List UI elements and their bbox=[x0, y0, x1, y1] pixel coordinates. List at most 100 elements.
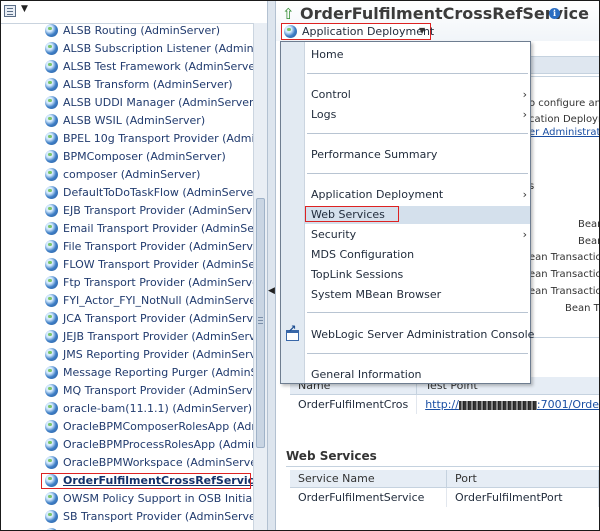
column-header-port[interactable]: Port bbox=[446, 470, 599, 488]
panel-splitter[interactable]: ◀ bbox=[267, 1, 276, 530]
menu-item[interactable]: Home bbox=[305, 46, 530, 64]
tree-item[interactable]: DefaultToDoTaskFlow (AdminServer) bbox=[41, 184, 253, 202]
menu-item[interactable]: Performance Summary bbox=[305, 146, 530, 164]
menu-item[interactable]: Security › bbox=[305, 226, 530, 244]
tree-item[interactable]: JMS Reporting Provider (AdminServer) bbox=[41, 346, 253, 364]
deployment-icon bbox=[45, 114, 58, 127]
tree-item[interactable]: composer (AdminServer) bbox=[41, 166, 253, 184]
tree-item-label: Message Reporting Purger (AdminServer) bbox=[63, 366, 253, 379]
tree-item[interactable]: ALSB UDDI Manager (AdminServer) bbox=[41, 94, 253, 112]
info-icon[interactable]: i bbox=[549, 8, 560, 19]
application-deployment-menu-button[interactable]: Application Deployment ▼ bbox=[281, 23, 435, 40]
deployment-icon bbox=[45, 294, 58, 307]
menu-item[interactable]: MDS Configuration bbox=[305, 246, 530, 264]
tree-item[interactable]: Service Bus Console (AdminServer) bbox=[41, 526, 253, 530]
tree-item-label: FYI_Actor_FYI_NotNull (AdminServer) bbox=[63, 294, 253, 307]
menu-item-label: System MBean Browser bbox=[311, 288, 442, 301]
tree-item-label: JMS Reporting Provider (AdminServer) bbox=[63, 348, 253, 361]
tree-item[interactable]: oracle-bam(11.1.1) (AdminServer) bbox=[41, 400, 253, 418]
chevron-down-icon[interactable]: ▼ bbox=[21, 4, 28, 14]
tree-item-label: ALSB UDDI Manager (AdminServer) bbox=[63, 96, 253, 109]
menu-item-label: TopLink Sessions bbox=[311, 268, 404, 281]
tree-item-label: SB Transport Provider (AdminServer) bbox=[63, 510, 253, 523]
tree-item[interactable]: ALSB Routing (AdminServer) bbox=[41, 22, 253, 40]
tree-item[interactable]: FLOW Transport Provider (AdminServer) bbox=[41, 256, 253, 274]
tree-item[interactable]: JCA Transport Provider (AdminServer) bbox=[41, 310, 253, 328]
tree-item[interactable]: BPMComposer (AdminServer) bbox=[41, 148, 253, 166]
menu-item[interactable]: Logs › bbox=[305, 106, 530, 124]
menu-separator bbox=[307, 312, 528, 313]
admin-console-link[interactable]: er Administrati bbox=[529, 127, 599, 138]
deployment-icon bbox=[45, 96, 58, 109]
deployment-icon bbox=[45, 168, 58, 181]
deployment-icon bbox=[284, 25, 297, 38]
menu-item-label: Control bbox=[311, 88, 351, 101]
tree-item-label: oracle-bam(11.1.1) (AdminServer) bbox=[63, 402, 253, 415]
tree-item[interactable]: Ftp Transport Provider (AdminServer) bbox=[41, 274, 253, 292]
bg-text: cation Deploym bbox=[529, 114, 600, 125]
url-suffix[interactable]: :7001/OrderFulfilm bbox=[537, 398, 599, 411]
submenu-arrow-icon: › bbox=[522, 188, 527, 201]
tree-item[interactable]: SB Transport Provider (AdminServer) bbox=[41, 508, 253, 526]
tree-item[interactable]: ALSB WSIL (AdminServer) bbox=[41, 112, 253, 130]
deployment-icon bbox=[45, 78, 58, 91]
tree-item-label: OWSM Policy Support in OSB Initializer bbox=[63, 492, 253, 505]
deployment-icon bbox=[45, 384, 58, 397]
tree-item[interactable]: Email Transport Provider (AdminServer) bbox=[41, 220, 253, 238]
deployment-icon bbox=[45, 132, 58, 145]
bg-text: ean Transactio bbox=[529, 252, 600, 263]
menu-item[interactable]: Control › bbox=[305, 86, 530, 104]
tree-item[interactable]: EJB Transport Provider (AdminServer) bbox=[41, 202, 253, 220]
menu-item[interactable]: System MBean Browser bbox=[305, 286, 530, 304]
tree-item[interactable]: File Transport Provider (AdminServer) bbox=[41, 238, 253, 256]
tree-item[interactable]: ALSB Test Framework (AdminServer) bbox=[41, 58, 253, 76]
view-menu-icon[interactable] bbox=[4, 5, 16, 17]
tree-item[interactable]: OracleBPMWorkspace (AdminServer) bbox=[41, 454, 253, 472]
tree-item-label: EJB Transport Provider (AdminServer) bbox=[63, 204, 253, 217]
bg-text: ean Transactio bbox=[529, 269, 600, 280]
menu-item[interactable]: WebLogic Server Administration Console bbox=[305, 326, 534, 344]
collapse-arrow-icon[interactable]: ◀ bbox=[268, 286, 275, 296]
deployment-icon bbox=[45, 348, 58, 361]
menu-item[interactable]: Web Services bbox=[305, 206, 530, 224]
url-prefix[interactable]: http:// bbox=[425, 398, 459, 411]
deployment-icon bbox=[45, 60, 58, 73]
tree-item[interactable]: ALSB Subscription Listener (AdminServer) bbox=[41, 40, 253, 58]
tree-item[interactable]: OWSM Policy Support in OSB Initializer bbox=[41, 490, 253, 508]
tree-item[interactable]: ALSB Transform (AdminServer) bbox=[41, 76, 253, 94]
tree-scrollbar[interactable] bbox=[253, 23, 267, 530]
tree-item-label: ALSB Subscription Listener (AdminServer) bbox=[63, 42, 253, 55]
menu-button-label: Application Deployment bbox=[302, 25, 435, 38]
bg-text: Bean bbox=[578, 236, 599, 247]
column-header-service-name[interactable]: Service Name bbox=[290, 470, 447, 488]
tree-item[interactable]: BPEL 10g Transport Provider (AdminServer… bbox=[41, 130, 253, 148]
tree-item-label: BPEL 10g Transport Provider (AdminServer… bbox=[63, 132, 253, 145]
menu-item-label: Performance Summary bbox=[311, 148, 438, 161]
tree-item-label: File Transport Provider (AdminServer) bbox=[63, 240, 253, 253]
port-cell: OrderFulfilmentPort bbox=[446, 487, 599, 507]
tree-item[interactable]: OracleBPMProcessRolesApp (AdminServer) bbox=[41, 436, 253, 454]
tree-item[interactable]: OracleBPMComposerRolesApp (AdminServer) bbox=[41, 418, 253, 436]
tree-item[interactable]: FYI_Actor_FYI_NotNull (AdminServer) bbox=[41, 292, 253, 310]
tree-item[interactable]: JEJB Transport Provider (AdminServer) bbox=[41, 328, 253, 346]
menu-item-label: General Information bbox=[311, 368, 422, 381]
menu-item-label: WebLogic Server Administration Console bbox=[311, 328, 535, 341]
deployment-icon bbox=[45, 204, 58, 217]
up-arrow-icon[interactable]: ⇧ bbox=[282, 5, 295, 23]
menu-item[interactable]: Application Deployment › bbox=[305, 186, 530, 204]
tree-item[interactable]: Message Reporting Purger (AdminServer) bbox=[41, 364, 253, 382]
tree-item[interactable]: MQ Transport Provider (AdminServer) bbox=[41, 382, 253, 400]
deployment-icon bbox=[45, 402, 58, 415]
scrollbar-thumb[interactable] bbox=[256, 198, 265, 448]
deployment-icon bbox=[45, 186, 58, 199]
window: ▼ ALSB Routing (AdminServer) ALSB Subscri… bbox=[0, 0, 600, 531]
menu-item[interactable]: General Information bbox=[305, 366, 530, 384]
menu-item-label: Application Deployment bbox=[311, 188, 444, 201]
deployment-icon bbox=[45, 528, 58, 530]
menu-item[interactable]: TopLink Sessions bbox=[305, 266, 530, 284]
test-point-link[interactable]: http:// :7001/OrderFulfilm bbox=[416, 394, 599, 414]
deployment-icon bbox=[45, 492, 58, 505]
menu-item-label: Logs bbox=[311, 108, 337, 121]
web-services-section-title: Web Services bbox=[286, 449, 377, 463]
deployment-icon bbox=[45, 42, 58, 55]
